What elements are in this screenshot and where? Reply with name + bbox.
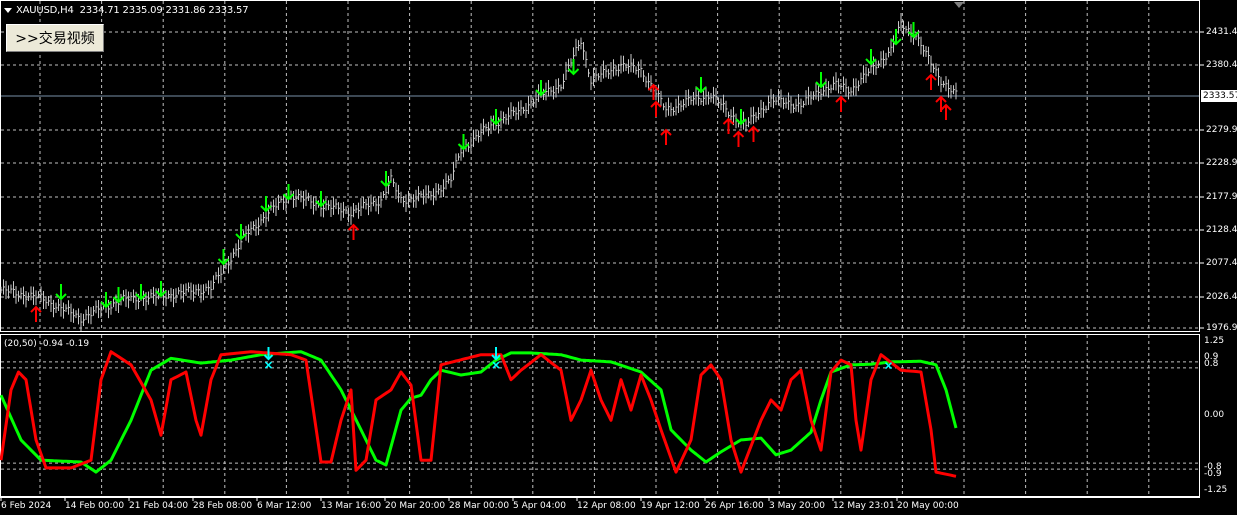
main-pane-border <box>0 0 1200 332</box>
time-label: 12 Apr 08:00 <box>577 501 636 511</box>
time-label: 20 May 00:00 <box>897 501 959 511</box>
price-label: 2431.40 <box>1206 27 1237 37</box>
osc-slow-line <box>0 350 958 474</box>
red-up-arrow-icon <box>747 125 760 142</box>
symbol-label: XAUUSD,H4 <box>16 5 74 16</box>
price-label: 2228.90 <box>1206 158 1237 168</box>
green-down-arrow-icon <box>100 292 112 309</box>
green-down-arrow-icon <box>217 249 230 266</box>
time-label: 5 Apr 04:00 <box>513 501 566 511</box>
time-label: 13 Mar 16:00 <box>321 501 382 511</box>
osc-axis-label: -0.9 <box>1204 469 1222 479</box>
green-down-arrow-icon <box>55 283 67 301</box>
price-label: 2077.40 <box>1206 258 1237 268</box>
green-down-arrow-icon <box>457 134 470 151</box>
green-down-arrow-icon <box>155 280 167 298</box>
red-up-arrow-icon <box>722 117 735 135</box>
chart-header: XAUUSD,H4 2334.71 2335.09 2331.86 2333.5… <box>4 5 249 16</box>
green-down-arrow-icon <box>490 108 502 126</box>
collapse-triangle-icon[interactable] <box>4 7 12 13</box>
current-price-label: 2333.57 <box>1201 90 1237 102</box>
cyan-cross-icon <box>492 361 500 369</box>
green-down-arrow-icon <box>282 184 295 201</box>
green-down-arrow-icon <box>112 286 125 304</box>
green-down-arrow-icon <box>135 283 147 301</box>
price-label: 2279.90 <box>1206 125 1237 135</box>
green-down-arrow-icon <box>907 21 920 39</box>
green-down-arrow-icon <box>890 29 902 46</box>
time-label: 19 Apr 12:00 <box>641 501 700 511</box>
green-down-arrow-icon <box>235 224 247 241</box>
green-down-arrow-icon <box>695 77 707 94</box>
osc-fast-line <box>0 350 957 478</box>
red-up-arrow-icon <box>940 103 952 121</box>
time-label: 21 Feb 04:00 <box>129 501 189 511</box>
osc-axis-label: 0.00 <box>1204 410 1225 420</box>
time-label: 14 Feb 00:00 <box>65 501 125 511</box>
osc-axis-label: 1.25 <box>1204 336 1225 346</box>
green-down-arrow-icon <box>535 80 547 97</box>
red-up-arrow-icon <box>660 128 672 146</box>
cyan-down-arrow-icon <box>491 347 501 361</box>
cyan-cross-icon <box>264 361 273 369</box>
time-label: 12 May 23:01 <box>833 501 895 511</box>
red-up-arrow-icon <box>347 223 360 241</box>
time-label: 20 Mar 20:00 <box>385 501 446 511</box>
green-down-arrow-icon <box>567 58 580 76</box>
price-label: 2128.40 <box>1206 225 1237 235</box>
price-label: 1976.90 <box>1206 323 1237 333</box>
price-label: 2380.40 <box>1206 60 1237 70</box>
time-label: 28 Feb 08:00 <box>193 501 253 511</box>
green-down-arrow-icon <box>815 72 827 89</box>
red-up-arrow-icon <box>835 95 847 112</box>
green-down-arrow-icon <box>380 170 392 188</box>
price-label: 2177.90 <box>1206 192 1237 202</box>
time-label: 28 Mar 00:00 <box>449 501 510 511</box>
red-up-arrow-icon <box>650 100 662 118</box>
red-up-arrow-icon <box>732 130 745 147</box>
green-down-arrow-icon <box>735 108 747 126</box>
time-label: 6 Feb 2024 <box>1 501 52 511</box>
green-down-arrow-icon <box>865 49 877 66</box>
time-label: 6 Mar 12:00 <box>257 501 312 511</box>
osc-axis-label: 0.8 <box>1204 359 1219 369</box>
oscillator-header: (20,50) -0.94 -0.19 <box>4 339 90 349</box>
time-label: 3 May 20:00 <box>769 501 825 511</box>
ohlc-values: 2334.71 2335.09 2331.86 2333.57 <box>79 5 249 16</box>
trade-video-button[interactable]: >>交易视频 <box>6 24 104 52</box>
green-down-arrow-icon <box>260 196 272 213</box>
green-down-arrow-icon <box>315 190 327 208</box>
osc-axis-label: -1.25 <box>1204 485 1228 495</box>
chart-canvas[interactable] <box>0 0 1237 515</box>
price-label: 2026.40 <box>1206 292 1237 302</box>
chart-shift-marker-icon <box>954 2 964 8</box>
red-up-arrow-icon <box>647 83 660 101</box>
time-label: 26 Apr 16:00 <box>705 501 764 511</box>
red-up-arrow-icon <box>925 73 937 90</box>
